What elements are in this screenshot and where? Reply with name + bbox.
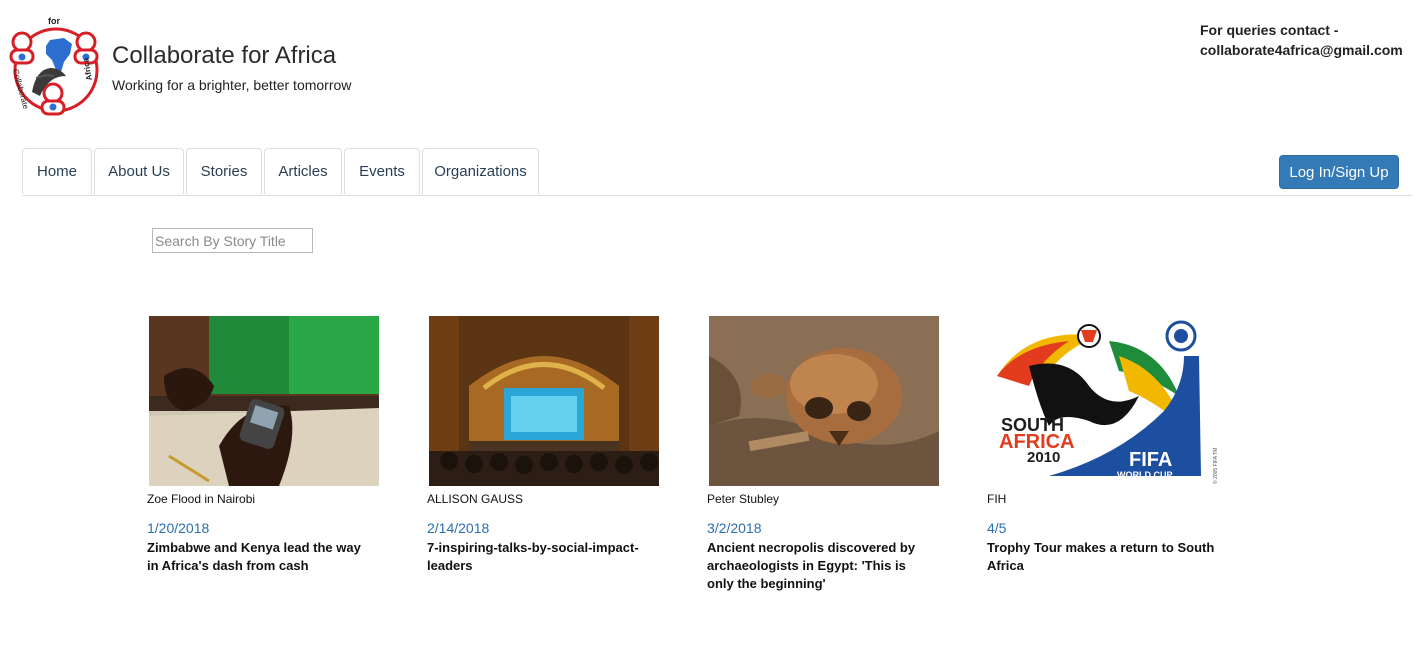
story-author: Peter Stubley bbox=[707, 492, 780, 506]
contact-email[interactable]: collaborate4africa@gmail.com bbox=[1200, 40, 1403, 60]
contact-label: For queries contact - bbox=[1200, 22, 1339, 38]
login-signup-button[interactable]: Log In/Sign Up bbox=[1279, 155, 1399, 189]
person-icon bbox=[40, 82, 66, 116]
story-search-input[interactable] bbox=[152, 228, 313, 253]
tab-stories[interactable]: Stories bbox=[186, 148, 262, 194]
tab-organizations[interactable]: Organizations bbox=[422, 148, 539, 194]
story-image[interactable] bbox=[429, 316, 659, 486]
svg-text:FIFA: FIFA bbox=[1129, 449, 1172, 471]
story-date: 4/5 bbox=[987, 520, 1007, 536]
tab-home[interactable]: Home bbox=[22, 148, 92, 194]
site-header: for Collaborate Africa Collaborate for A… bbox=[0, 0, 1424, 140]
svg-text:© 2005 FIFA TM: © 2005 FIFA TM bbox=[1212, 448, 1219, 484]
story-date: 2/14/2018 bbox=[427, 520, 490, 536]
site-logo[interactable]: for Collaborate Africa bbox=[6, 14, 106, 122]
logo-graphic: for Collaborate Africa bbox=[9, 16, 99, 116]
story-title[interactable]: Trophy Tour makes a return to South Afri… bbox=[987, 539, 1215, 575]
tab-articles[interactable]: Articles bbox=[264, 148, 342, 194]
svg-text:2010: 2010 bbox=[1027, 449, 1060, 466]
story-title[interactable]: Zimbabwe and Kenya lead the way in Afric… bbox=[147, 539, 375, 575]
story-date: 3/2/2018 bbox=[707, 520, 762, 536]
story-image[interactable] bbox=[709, 316, 939, 486]
story-author: Zoe Flood in Nairobi bbox=[147, 492, 256, 506]
story-image[interactable]: SOUTH AFRICA 2010 FIFA WORLD CUP © 2005 … bbox=[989, 316, 1219, 486]
site-tagline: Working for a brighter, better tomorrow bbox=[112, 77, 352, 93]
person-icon bbox=[9, 31, 35, 65]
tab-events[interactable]: Events bbox=[344, 148, 420, 194]
site-title[interactable]: Collaborate for Africa bbox=[112, 42, 336, 70]
tab-about-us[interactable]: About Us bbox=[94, 148, 184, 194]
svg-text:for: for bbox=[48, 16, 60, 26]
story-image[interactable] bbox=[149, 316, 379, 486]
story-author: ALLISON GAUSS bbox=[427, 492, 524, 506]
story-title[interactable]: Ancient necropolis discovered by archaeo… bbox=[707, 539, 935, 593]
nav-divider bbox=[22, 195, 1412, 196]
story-author: FIH bbox=[987, 492, 1007, 506]
svg-text:WORLD CUP: WORLD CUP bbox=[1117, 470, 1173, 480]
africa-map-icon bbox=[46, 38, 72, 72]
story-date: 1/20/2018 bbox=[147, 520, 210, 536]
story-title[interactable]: 7-inspiring-talks-by-social-impact-leade… bbox=[427, 539, 655, 575]
contact-info: For queries contact - collaborate4africa… bbox=[1200, 20, 1403, 60]
svg-text:Collaborate: Collaborate bbox=[11, 68, 30, 110]
